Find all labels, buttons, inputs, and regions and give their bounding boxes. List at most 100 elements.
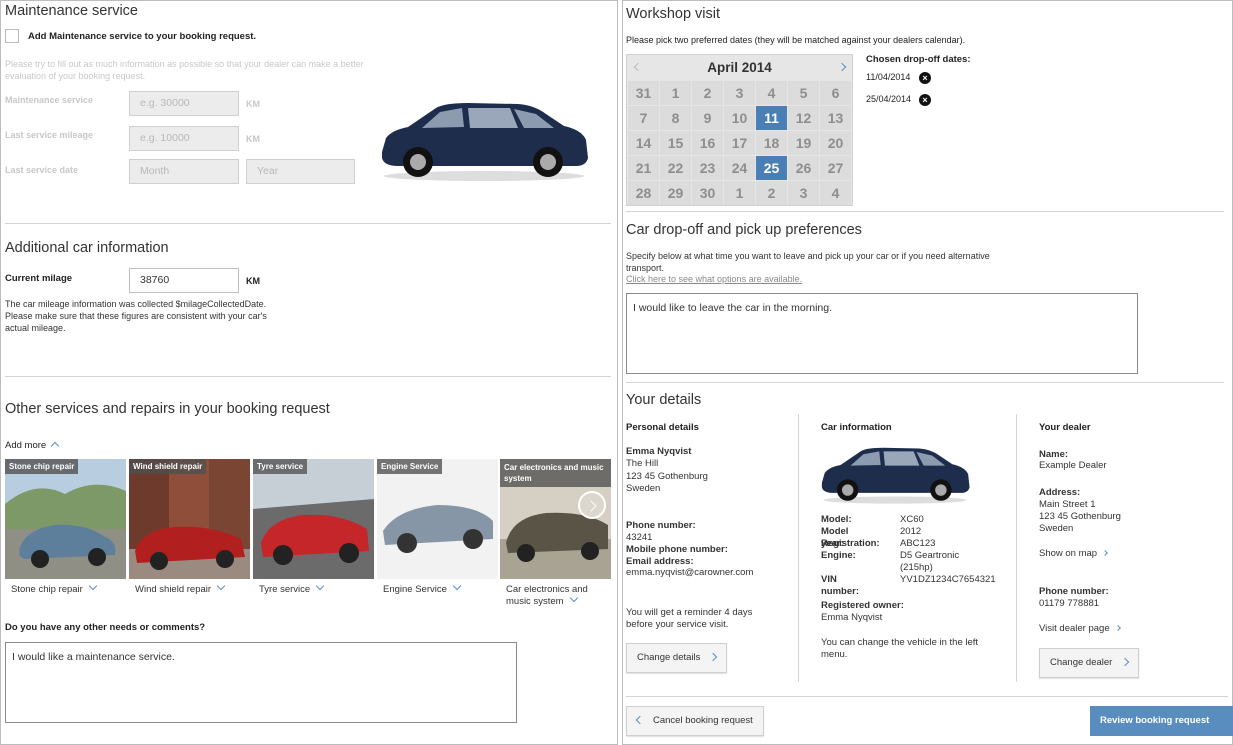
service-card-electronics[interactable]: Car electronics and music system Car ele…	[500, 459, 611, 609]
calendar-day[interactable]: 22	[660, 156, 691, 180]
change-details-button[interactable]: Change details	[626, 643, 728, 673]
registered-owner-value: Emma Nyqvist	[821, 612, 883, 623]
calendar-day[interactable]: 31	[628, 81, 659, 105]
chevron-right-icon	[1121, 657, 1130, 667]
maintenance-service-label: Maintenance service	[5, 95, 94, 105]
calendar-day[interactable]: 26	[788, 156, 819, 180]
calendar-day[interactable]: 11	[756, 106, 787, 130]
change-dealer-label: Change dealer	[1050, 657, 1113, 668]
cancel-booking-button[interactable]: Cancel booking request	[626, 706, 764, 736]
stone-chip-label: Stone chip repair	[11, 581, 98, 595]
maintenance-service-unit: KM	[246, 99, 260, 109]
calendar-day[interactable]: 2	[692, 81, 723, 105]
review-booking-button[interactable]: Review booking request	[1090, 706, 1233, 736]
change-dealer-button[interactable]: Change dealer	[1039, 648, 1140, 678]
calendar-day[interactable]: 3	[724, 81, 755, 105]
last-service-month-select[interactable]: Month	[129, 159, 239, 184]
remove-date-2-icon[interactable]: ×	[919, 94, 931, 106]
carousel-next-button[interactable]	[578, 491, 606, 519]
calendar-day[interactable]: 21	[628, 156, 659, 180]
last-service-mileage-input[interactable]: e.g. 10000	[129, 126, 239, 151]
calendar-day[interactable]: 6	[820, 81, 851, 105]
calendar-day[interactable]: 1	[660, 81, 691, 105]
comments-textarea[interactable]: I would like a maintenance service.	[5, 642, 517, 723]
calendar-day[interactable]: 30	[692, 181, 723, 205]
phone-label: Phone number:	[626, 520, 696, 531]
calendar-day[interactable]: 17	[724, 131, 755, 155]
wind-shield-image	[129, 459, 250, 579]
calendar-day[interactable]: 16	[692, 131, 723, 155]
calendar-day[interactable]: 15	[660, 131, 691, 155]
last-service-date-label: Last service date	[5, 165, 79, 175]
car-thumbnail	[821, 447, 970, 504]
calendar-day[interactable]: 4	[756, 81, 787, 105]
calendar-day[interactable]: 29	[660, 181, 691, 205]
card-label-text: Tyre service	[259, 584, 311, 595]
service-card-wind-shield[interactable]: Wind shield repair Wind shield repair	[129, 459, 250, 609]
calendar-day[interactable]: 4	[820, 181, 851, 205]
stone-chip-tag: Stone chip repair	[5, 459, 79, 474]
car-info-value: 2012	[900, 526, 922, 537]
calendar-day[interactable]: 2	[756, 181, 787, 205]
calendar-day[interactable]: 14	[628, 131, 659, 155]
electronics-tag: Car electronics and music system	[500, 459, 611, 487]
calendar-day[interactable]: 10	[724, 106, 755, 130]
calendar-day[interactable]: 24	[724, 156, 755, 180]
tyre-label: Tyre service	[259, 581, 325, 595]
add-more-link[interactable]: Add more	[5, 440, 60, 451]
card-label-text: Stone chip repair	[11, 584, 83, 595]
chevron-down-icon	[569, 593, 578, 603]
calendar-day[interactable]: 8	[660, 106, 691, 130]
chevron-right-icon	[585, 500, 597, 512]
car-info-key: VIN number:	[821, 574, 859, 597]
email-value: emma.nyqvist@carowner.com	[626, 567, 754, 578]
remove-date-1-icon[interactable]: ×	[919, 72, 931, 84]
dropoff-textarea[interactable]: I would like to leave the car in the mor…	[626, 293, 1138, 374]
tyre-tag: Tyre service	[253, 459, 308, 474]
visit-dealer-link[interactable]: Visit dealer page	[1039, 623, 1121, 635]
calendar-day[interactable]: 23	[692, 156, 723, 180]
calendar-day[interactable]: 12	[788, 106, 819, 130]
card-label-text: Engine Service	[383, 584, 447, 595]
mobile-label: Mobile phone number:	[626, 544, 728, 555]
car-info-value: YV1DZ1234C7654321	[900, 574, 996, 585]
calendar-day[interactable]: 13	[820, 106, 851, 130]
dealer-street: Main Street 1	[1039, 499, 1096, 510]
calendar-day[interactable]: 3	[788, 181, 819, 205]
service-card-engine[interactable]: Engine Service Engine Service	[377, 459, 498, 609]
calendar-day[interactable]: 25	[756, 156, 787, 180]
current-mileage-input[interactable]: 38760	[129, 268, 239, 293]
personal-country: Sweden	[626, 483, 661, 494]
maintenance-checkbox-label: Add Maintenance service to your booking …	[28, 31, 257, 42]
calendar-day[interactable]: 5	[788, 81, 819, 105]
calendar-day[interactable]: 20	[820, 131, 851, 155]
car-info-key: Model:	[821, 514, 852, 525]
car-info-heading: Car information	[821, 422, 892, 433]
maintenance-checkbox[interactable]	[5, 29, 19, 43]
service-card-stone-chip[interactable]: Stone chip repair Stone chip repair	[5, 459, 126, 609]
show-on-map-link[interactable]: Show on map	[1039, 548, 1108, 560]
calendar: April 2014 31 1 2 3 4 5 6 7 8 9 10 11 12 13 14 15 16 17 18…	[626, 54, 853, 206]
service-card-tyre[interactable]: Tyre service Tyre service	[253, 459, 374, 609]
calendar-day[interactable]: 19	[788, 131, 819, 155]
electronics-label: Car electronics and music system	[506, 584, 614, 608]
tyre-image	[253, 459, 374, 579]
calendar-day[interactable]: 28	[628, 181, 659, 205]
calendar-day[interactable]: 27	[820, 156, 851, 180]
car-image	[382, 103, 588, 181]
engine-label: Engine Service	[383, 581, 462, 595]
dropoff-options-link[interactable]: Click here to see what options are avail…	[626, 274, 802, 284]
dealer-heading: Your dealer	[1039, 422, 1091, 433]
column-divider	[1016, 414, 1017, 682]
dealer-address-label: Address:	[1039, 487, 1081, 498]
divider	[626, 211, 1224, 212]
calendar-day[interactable]: 1	[724, 181, 755, 205]
maintenance-service-input[interactable]: e.g. 30000	[129, 91, 239, 116]
calendar-day[interactable]: 7	[628, 106, 659, 130]
calendar-day[interactable]: 18	[756, 131, 787, 155]
chevron-down-icon	[452, 581, 462, 591]
last-service-year-select[interactable]: Year	[246, 159, 355, 184]
chevron-up-icon	[50, 441, 60, 451]
calendar-day[interactable]: 9	[692, 106, 723, 130]
divider	[626, 696, 1228, 697]
